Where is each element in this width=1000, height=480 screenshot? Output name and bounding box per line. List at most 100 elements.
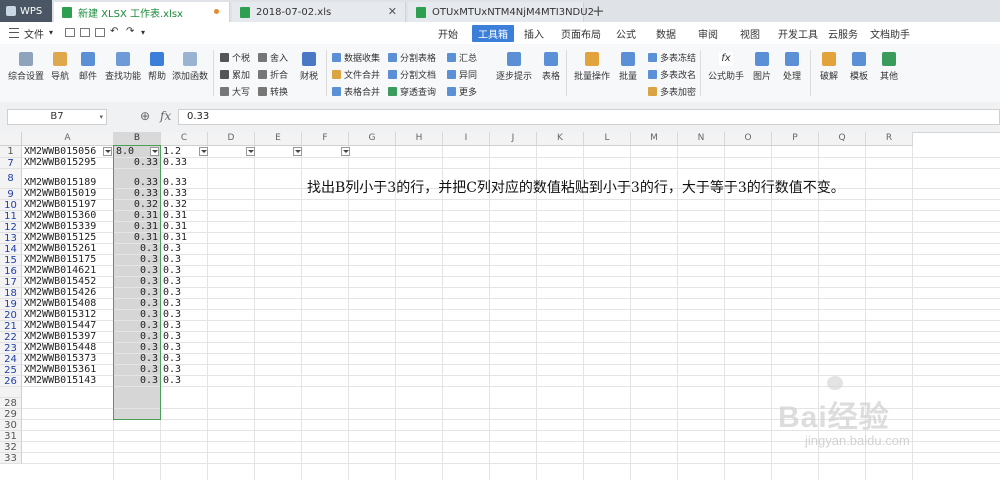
formula-helper-button[interactable]: fx 公式助手 (706, 52, 746, 82)
menu-page-layout[interactable]: 页面布局 (561, 26, 601, 41)
uppercase-button[interactable]: 大写 (220, 85, 250, 98)
row-header[interactable]: 31 (0, 431, 22, 442)
convert-button[interactable]: 转换 (258, 85, 288, 98)
row-header[interactable]: 9 (0, 189, 22, 200)
cell-a[interactable]: XM2WWB015143 (24, 375, 96, 387)
select-all-corner[interactable] (0, 132, 22, 146)
row-header[interactable]: 15 (0, 255, 22, 266)
column-header-c[interactable]: C (161, 132, 208, 146)
doc-tab-third[interactable]: OTUxMTUxNTM4NjM4MTI3NDU2 (408, 2, 594, 22)
row-header[interactable]: 16 (0, 266, 22, 277)
more-chevron-icon[interactable]: ▾ (141, 28, 145, 37)
file-merge-button[interactable]: 文件合并 (332, 68, 380, 81)
row-header[interactable]: 23 (0, 343, 22, 354)
column-header-q[interactable]: Q (819, 132, 866, 146)
pivot-query-button[interactable]: 穿透查询 (388, 85, 436, 98)
menu-start[interactable]: 开始 (438, 26, 458, 41)
menu-review[interactable]: 审阅 (698, 26, 718, 41)
row-header[interactable]: 7 (0, 158, 22, 169)
row-header[interactable]: 12 (0, 222, 22, 233)
column-header-d[interactable]: D (208, 132, 255, 146)
column-header-h[interactable]: H (396, 132, 443, 146)
column-header-k[interactable]: K (537, 132, 584, 146)
name-box-chevron-icon[interactable]: ▾ (99, 110, 103, 124)
column-header-f[interactable]: F (302, 132, 349, 146)
row-header[interactable] (0, 387, 22, 398)
diff-button[interactable]: 异同 (447, 68, 477, 81)
table-button[interactable]: 表格 (540, 52, 562, 82)
wps-home-tab[interactable]: WPS (0, 0, 52, 22)
picture-button[interactable]: 图片 (751, 52, 773, 82)
fold-button[interactable]: 折合 (258, 68, 288, 81)
column-header-m[interactable]: M (631, 132, 678, 146)
menu-insert[interactable]: 插入 (524, 26, 544, 41)
multi-encrypt-button[interactable]: 多表加密 (648, 85, 696, 98)
other-button[interactable]: 其他 (878, 52, 900, 82)
row-header[interactable]: 10 (0, 200, 22, 211)
row-header[interactable]: 33 (0, 453, 22, 464)
column-header-l[interactable]: L (584, 132, 631, 146)
undo-icon[interactable]: ↶ (110, 26, 118, 37)
column-header-b[interactable]: B (114, 132, 161, 146)
column-header-a[interactable]: A (22, 132, 114, 146)
row-header[interactable]: 21 (0, 321, 22, 332)
accumulate-button[interactable]: 累加 (220, 68, 250, 81)
fx-icon[interactable]: fx (160, 109, 171, 123)
multi-freeze-button[interactable]: 多表冻结 (648, 51, 696, 64)
menu-data[interactable]: 数据 (656, 26, 676, 41)
hamburger-menu-icon[interactable] (9, 28, 19, 38)
row-header[interactable]: 13 (0, 233, 22, 244)
print-icon[interactable] (80, 28, 90, 37)
row-header[interactable]: 20 (0, 310, 22, 321)
split-doc-button[interactable]: 分割文档 (388, 68, 436, 81)
close-tab-icon[interactable]: ✕ (388, 5, 397, 18)
doc-tab-xlsx[interactable]: 新建 XLSX 工作表.xlsx (54, 2, 230, 22)
column-header-j[interactable]: J (490, 132, 537, 146)
split-table-button[interactable]: 分割表格 (388, 51, 436, 64)
general-settings-button[interactable]: 综合设置 (6, 52, 46, 82)
find-function-button[interactable]: 查找功能 (105, 52, 141, 82)
filter-dropdown-icon[interactable] (293, 147, 302, 156)
print-preview-icon[interactable] (95, 28, 105, 37)
tax-button[interactable]: 个税 (220, 51, 250, 64)
menu-view[interactable]: 视图 (740, 26, 760, 41)
filter-dropdown-icon[interactable] (246, 147, 255, 156)
row-header[interactable]: 8 (0, 169, 22, 189)
filter-dropdown-icon[interactable] (103, 147, 112, 156)
name-box[interactable]: B7 ▾ (7, 109, 107, 125)
data-collect-button[interactable]: 数据收集 (332, 51, 380, 64)
batch-ops-button[interactable]: 批量操作 (572, 52, 612, 82)
menu-toolbox[interactable]: 工具箱 (472, 25, 514, 42)
menu-doc-assistant[interactable]: 文档助手 (870, 26, 910, 41)
summary-button[interactable]: 汇总 (447, 51, 477, 64)
process-button[interactable]: 处理 (781, 52, 803, 82)
finance-button[interactable]: 财税 (296, 52, 322, 82)
row-header[interactable]: 22 (0, 332, 22, 343)
menu-formula[interactable]: 公式 (616, 26, 636, 41)
menu-developer[interactable]: 开发工具 (778, 26, 818, 41)
row-header[interactable]: 14 (0, 244, 22, 255)
row-header[interactable]: 32 (0, 442, 22, 453)
column-header-i[interactable]: I (443, 132, 490, 146)
file-menu-chevron-icon[interactable]: ▾ (49, 28, 53, 37)
file-menu[interactable]: 文件 (24, 26, 44, 41)
menu-cloud[interactable]: 云服务 (828, 26, 858, 41)
template-button[interactable]: 模板 (848, 52, 870, 82)
doc-tab-xls[interactable]: 2018-07-02.xls ✕ (232, 2, 406, 22)
filter-dropdown-icon[interactable] (341, 147, 350, 156)
redo-icon[interactable]: ↷ (126, 26, 134, 37)
column-header-o[interactable]: O (725, 132, 772, 146)
new-tab-plus-icon[interactable]: + (592, 2, 605, 20)
row-header[interactable]: 25 (0, 365, 22, 376)
column-header-r[interactable]: R (866, 132, 913, 146)
column-header-n[interactable]: N (678, 132, 725, 146)
row-header[interactable]: 19 (0, 299, 22, 310)
navigation-button[interactable]: 导航 (48, 52, 72, 82)
help-button[interactable]: 帮助 (145, 52, 169, 82)
more-button[interactable]: 更多 (447, 85, 477, 98)
column-header-p[interactable]: P (772, 132, 819, 146)
row-header[interactable]: 24 (0, 354, 22, 365)
filter-dropdown-icon[interactable] (199, 147, 208, 156)
step-hint-button[interactable]: 逐步提示 (494, 52, 534, 82)
cell-a[interactable]: XM2WWB015295 (24, 157, 96, 169)
